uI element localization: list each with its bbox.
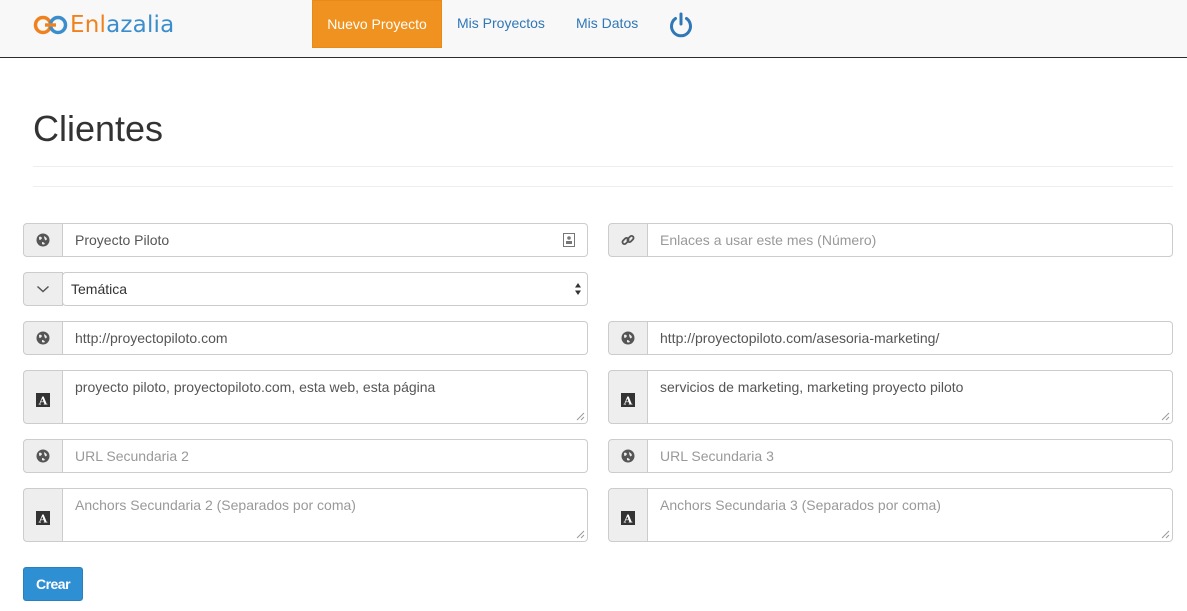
svg-text:A: A (623, 395, 633, 408)
tematica-group: Temática (23, 272, 588, 306)
links-per-month-group: Enlaces a usar este mes (Número) (608, 223, 1173, 257)
chevron-down-icon (36, 285, 50, 293)
contact-card-icon[interactable] (563, 233, 575, 247)
globe-icon (36, 331, 50, 345)
secondary-anchors-1-group: A servicios de marketing, marketing proy… (608, 370, 1173, 424)
globe-icon (621, 449, 635, 463)
secondary-url-3-placeholder: URL Secundaria 3 (660, 448, 774, 464)
links-per-month-input[interactable]: Enlaces a usar este mes (Número) (648, 223, 1173, 257)
main-anchors-group: A proyecto piloto, proyectopiloto.com, e… (23, 370, 588, 424)
svg-text:A: A (623, 513, 633, 526)
form-divider (33, 186, 1173, 187)
crear-button[interactable]: Crear (23, 567, 83, 601)
secondary-url-2-input[interactable]: URL Secundaria 2 (63, 439, 588, 473)
top-navbar: Enlazalia Nuevo Proyecto Mis Proyectos M… (0, 0, 1187, 58)
resize-handle-icon[interactable] (576, 530, 585, 539)
main-url-addon (23, 321, 63, 355)
resize-handle-icon[interactable] (1161, 530, 1170, 539)
brand-name: Enlazalia (70, 12, 175, 38)
font-icon: A (621, 393, 635, 407)
links-per-month-placeholder: Enlaces a usar este mes (Número) (660, 232, 877, 248)
tematica-selected-value: Temática (71, 281, 128, 297)
secondary-anchors-1-textarea[interactable]: servicios de marketing, marketing proyec… (648, 370, 1173, 424)
secondary-anchors-3-group: A Anchors Secundaria 3 (Separados por co… (608, 488, 1173, 542)
secondary-url-2-placeholder: URL Secundaria 2 (75, 448, 189, 464)
secondary-url-3-addon (608, 439, 648, 473)
secondary-anchors-2-placeholder: Anchors Secundaria 2 (Separados por coma… (75, 497, 356, 513)
brand-logo-link[interactable]: Enlazalia (33, 10, 174, 40)
project-name-value: Proyecto Piloto (75, 232, 170, 248)
nav-nuevo-proyecto[interactable]: Nuevo Proyecto (312, 0, 442, 48)
header-divider (33, 166, 1173, 167)
secondary-url-1-value: http://proyectopiloto.com/asesoria-marke… (660, 330, 940, 346)
font-icon: A (36, 511, 50, 525)
select-arrows-icon (575, 283, 581, 295)
main-anchors-textarea[interactable]: proyecto piloto, proyectopiloto.com, est… (63, 370, 588, 424)
tematica-select[interactable]: Temática (62, 272, 588, 306)
link-icon (621, 235, 635, 245)
secondary-url-3-input[interactable]: URL Secundaria 3 (648, 439, 1173, 473)
font-icon: A (36, 393, 50, 407)
secondary-anchors-1-value: servicios de marketing, marketing proyec… (660, 379, 964, 395)
secondary-anchors-2-group: A Anchors Secundaria 2 (Separados por co… (23, 488, 588, 542)
power-logout-icon[interactable] (667, 11, 695, 39)
resize-handle-icon[interactable] (576, 412, 585, 421)
secondary-url-3-group: URL Secundaria 3 (608, 439, 1173, 473)
project-name-group: Proyecto Piloto (23, 223, 588, 257)
secondary-anchors-3-addon: A (608, 488, 648, 542)
main-anchors-addon: A (23, 370, 63, 424)
main-url-group: http://proyectopiloto.com (23, 321, 588, 355)
svg-text:A: A (38, 395, 48, 408)
globe-icon (621, 331, 635, 345)
secondary-anchors-3-textarea[interactable]: Anchors Secundaria 3 (Separados por coma… (648, 488, 1173, 542)
font-icon: A (621, 511, 635, 525)
chain-link-logo-icon (33, 15, 68, 35)
tematica-addon (23, 272, 63, 306)
secondary-anchors-2-textarea[interactable]: Anchors Secundaria 2 (Separados por coma… (63, 488, 588, 542)
secondary-url-1-input[interactable]: http://proyectopiloto.com/asesoria-marke… (648, 321, 1173, 355)
secondary-url-1-addon (608, 321, 648, 355)
project-name-input[interactable]: Proyecto Piloto (63, 223, 588, 257)
secondary-url-2-group: URL Secundaria 2 (23, 439, 588, 473)
links-per-month-addon (608, 223, 648, 257)
secondary-url-2-addon (23, 439, 63, 473)
svg-text:A: A (38, 513, 48, 526)
main-anchors-value: proyecto piloto, proyectopiloto.com, est… (75, 379, 436, 395)
secondary-anchors-2-addon: A (23, 488, 63, 542)
main-url-value: http://proyectopiloto.com (75, 330, 228, 346)
secondary-anchors-3-placeholder: Anchors Secundaria 3 (Separados por coma… (660, 497, 941, 513)
page-title: Clientes (33, 108, 164, 149)
main-url-input[interactable]: http://proyectopiloto.com (63, 321, 588, 355)
globe-icon (36, 449, 50, 463)
resize-handle-icon[interactable] (1161, 412, 1170, 421)
nav-mis-datos[interactable]: Mis Datos (576, 0, 638, 48)
secondary-anchors-1-addon: A (608, 370, 648, 424)
project-name-addon (23, 223, 63, 257)
globe-icon (36, 233, 50, 247)
secondary-url-1-group: http://proyectopiloto.com/asesoria-marke… (608, 321, 1173, 355)
nav-mis-proyectos[interactable]: Mis Proyectos (457, 0, 545, 48)
